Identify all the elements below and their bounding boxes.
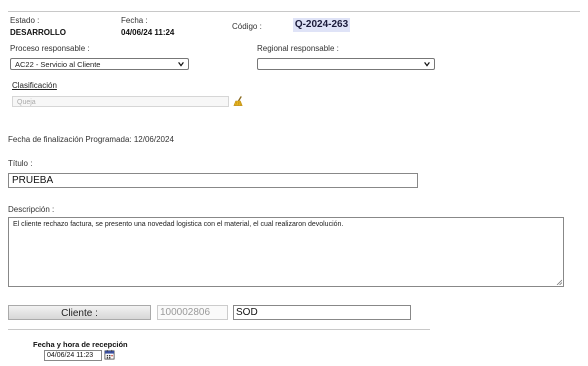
cliente-name-input[interactable]: SOD	[233, 305, 411, 320]
titulo-label: Título :	[8, 159, 33, 168]
codigo-badge: Q-2024-263	[293, 18, 350, 32]
estado-label: Estado :	[10, 16, 40, 25]
clasificacion-link[interactable]: Clasificación	[12, 81, 57, 90]
recepcion-input[interactable]: 04/06/24 11:23	[44, 350, 102, 361]
cliente-button[interactable]: Cliente :	[8, 305, 151, 320]
proceso-label: Proceso responsable :	[10, 44, 90, 53]
cliente-code-input: 100002806	[157, 305, 228, 320]
finalizacion-text: Fecha de finalización Programada: 12/06/…	[8, 135, 174, 144]
clasificacion-input: Queja	[12, 96, 229, 107]
cliente-name-value: SOD	[236, 307, 258, 318]
codigo-label: Código :	[232, 22, 262, 31]
recepcion-label: Fecha y hora de recepción	[33, 340, 128, 349]
proceso-select[interactable]: AC22 - Servicio al Cliente	[10, 58, 189, 70]
recepcion-value: 04/06/24 11:23	[47, 352, 94, 359]
regional-select[interactable]	[257, 58, 435, 70]
chevron-down-icon	[178, 62, 184, 67]
calendar-icon[interactable]	[104, 349, 115, 360]
chevron-down-icon	[424, 62, 430, 67]
titulo-input-value: PRUEBA	[12, 175, 54, 186]
descripcion-textarea[interactable]: El cliente rechazo factura, se presento …	[8, 217, 564, 287]
regional-label: Regional responsable :	[257, 44, 339, 53]
section-divider	[8, 329, 430, 330]
descripcion-label: Descripción :	[8, 205, 55, 214]
resize-handle-icon[interactable]	[556, 279, 562, 285]
top-divider	[8, 11, 580, 12]
fecha-value: 04/06/24 11:24	[121, 28, 175, 37]
proceso-select-value: AC22 - Servicio al Cliente	[15, 60, 101, 69]
estado-value: DESARROLLO	[10, 28, 66, 37]
titulo-input[interactable]: PRUEBA	[8, 173, 418, 188]
descripcion-text: El cliente rechazo factura, se presento …	[13, 221, 344, 228]
fecha-label: Fecha :	[121, 16, 148, 25]
cliente-code-value: 100002806	[160, 307, 211, 318]
broom-icon[interactable]	[233, 95, 244, 107]
